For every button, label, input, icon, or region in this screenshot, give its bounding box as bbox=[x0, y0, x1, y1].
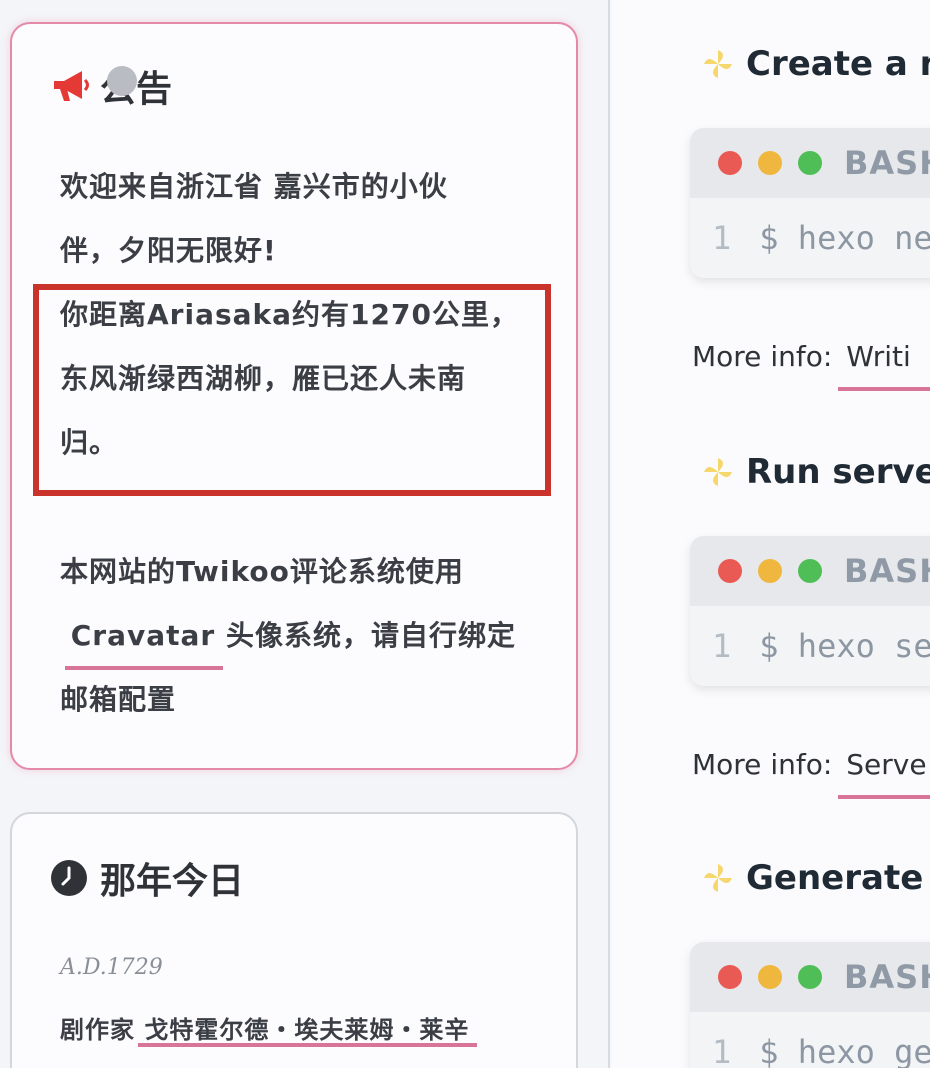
window-close-dot bbox=[718, 965, 742, 989]
code-block-header: BASH bbox=[690, 128, 930, 198]
history-entry: 剧作家 戈特霍尔德・埃夫莱姆・莱辛 bbox=[60, 1010, 478, 1047]
pinwheel-icon bbox=[704, 458, 732, 486]
code-block: BASH 1 $ hexo ne bbox=[690, 128, 930, 278]
more-info-link[interactable]: Writi bbox=[846, 340, 910, 373]
more-info-label: More info: bbox=[692, 748, 833, 781]
greeting-line-1: 欢迎来自浙江省 嘉兴市的小伙 bbox=[60, 170, 448, 203]
comment-info-line-1: 本网站的Twikoo评论系统使用 bbox=[60, 555, 464, 588]
code-language: BASH bbox=[844, 144, 930, 182]
announcement-comment-info: 本网站的Twikoo评论系统使用 Cravatar 头像系统，请自行绑定 邮箱配… bbox=[60, 540, 516, 732]
section-heading-text: Create a ne bbox=[746, 44, 930, 84]
code-language: BASH bbox=[844, 552, 930, 590]
cravatar-link[interactable]: Cravatar bbox=[64, 604, 223, 670]
section-heading-text: Run server bbox=[746, 452, 930, 492]
megaphone-icon bbox=[54, 71, 89, 101]
code-block-header: BASH bbox=[690, 942, 930, 1012]
more-info: More info: Serve bbox=[692, 748, 927, 781]
window-minimize-dot bbox=[758, 559, 782, 583]
more-info: More info: Writi bbox=[692, 340, 911, 373]
history-entry-prefix: 剧作家 bbox=[60, 1016, 145, 1044]
section-heading-generate: Generate st bbox=[700, 858, 930, 898]
window-minimize-dot bbox=[758, 151, 782, 175]
window-maximize-dot bbox=[798, 965, 822, 989]
comment-info-line-2: Cravatar 头像系统，请自行绑定 bbox=[60, 604, 516, 670]
code-line: 1 $ hexo ge bbox=[690, 1012, 930, 1068]
more-info-link[interactable]: Serve bbox=[846, 748, 926, 781]
code-block: BASH 1 $ hexo ge bbox=[690, 942, 930, 1068]
window-close-dot bbox=[718, 151, 742, 175]
code-block: BASH 1 $ hexo se bbox=[690, 536, 930, 686]
history-entry-link[interactable]: 戈特霍尔德・埃夫莱姆・莱辛 bbox=[138, 1010, 478, 1047]
history-today-title-text: 那年今日 bbox=[100, 861, 245, 902]
code-line: 1 $ hexo ne bbox=[690, 198, 930, 278]
section-heading-text: Generate st bbox=[746, 858, 930, 898]
section-heading-create: Create a ne bbox=[700, 44, 930, 84]
more-info-label: More info: bbox=[692, 340, 833, 373]
announcement-greeting: 欢迎来自浙江省 嘉兴市的小伙 伴，夕阳无限好! bbox=[60, 155, 448, 283]
pinwheel-icon bbox=[704, 50, 732, 78]
comment-info-line-3: 邮箱配置 bbox=[60, 683, 177, 716]
comment-info-line-2-rest: 头像系统，请自行绑定 bbox=[215, 619, 516, 652]
code-block-header: BASH bbox=[690, 536, 930, 606]
line-number: 1 bbox=[712, 627, 732, 665]
line-number: 1 bbox=[712, 1033, 732, 1068]
history-year: A.D.1729 bbox=[60, 955, 163, 980]
clock-icon bbox=[51, 860, 87, 896]
window-maximize-dot bbox=[798, 559, 822, 583]
greeting-line-2: 伴，夕阳无限好! bbox=[60, 234, 277, 267]
post-content: Create a ne BASH 1 $ hexo ne More info: W… bbox=[612, 0, 930, 1068]
window-close-dot bbox=[718, 559, 742, 583]
decorative-dot bbox=[107, 66, 137, 96]
code-text: $ hexo ne bbox=[759, 219, 930, 257]
window-minimize-dot bbox=[758, 965, 782, 989]
code-text: $ hexo se bbox=[759, 627, 930, 665]
code-text: $ hexo ge bbox=[759, 1033, 930, 1068]
pinwheel-icon bbox=[704, 864, 732, 892]
code-line: 1 $ hexo se bbox=[690, 606, 930, 686]
section-heading-run-server: Run server bbox=[700, 452, 930, 492]
highlight-box bbox=[33, 284, 551, 496]
code-language: BASH bbox=[844, 958, 930, 996]
window-maximize-dot bbox=[798, 151, 822, 175]
history-today-title: 那年今日 bbox=[50, 852, 244, 904]
line-number: 1 bbox=[712, 219, 732, 257]
